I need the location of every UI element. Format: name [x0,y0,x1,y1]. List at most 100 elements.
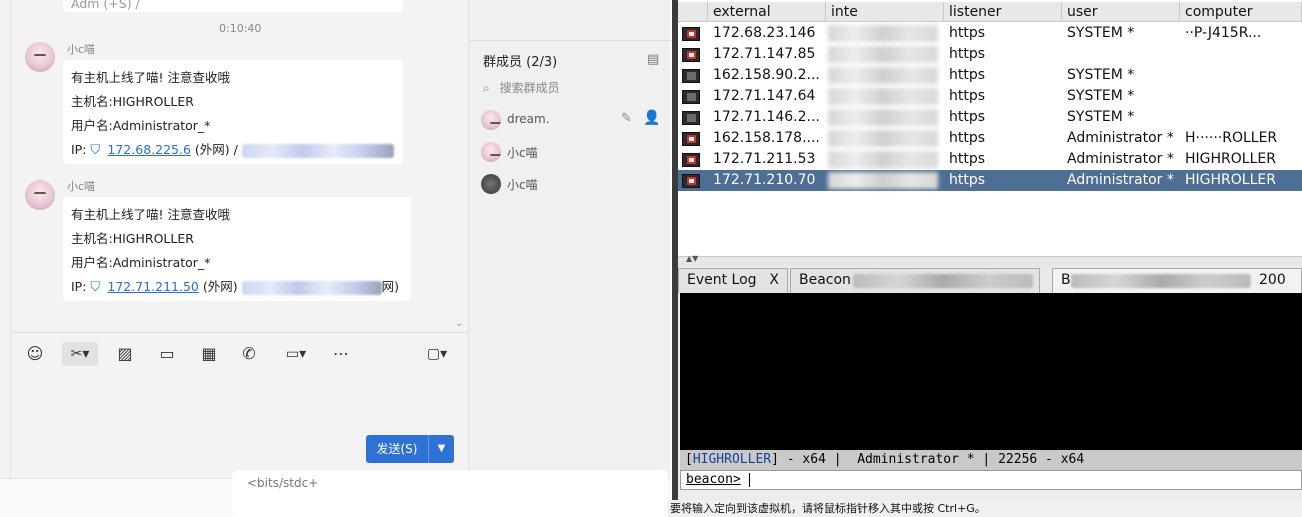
session-cell-user: SYSTEM * [1067,25,1135,41]
send-options-chevron-icon[interactable]: ▼ [428,435,454,463]
redacted-internal-ip [828,130,938,147]
redacted-tab-text [853,274,1033,288]
beacon-command-input[interactable]: beacon> [680,470,1302,490]
tab-label: Event Log [687,272,757,288]
beacon-monitor-icon [682,153,700,167]
session-cell-external: 172.71.211.53 [713,151,816,167]
tab-beacon-active[interactable]: B 200 [1052,268,1302,293]
session-cell-external: 162.158.90.2... [713,67,820,83]
send-button-label: 发送(S) [376,442,418,456]
image-icon[interactable]: ▨ [114,342,136,366]
message-line: 主机名:HIGHROLLER [71,94,194,109]
beacon-session-row[interactable]: 172.71.147.85 https [678,44,1302,65]
member-name: 小c喵 [507,178,538,192]
sender-avatar[interactable] [25,180,55,210]
ip-link[interactable]: 172.71.211.50 [107,279,198,294]
redacted-internal-ip [828,109,938,126]
scissors-icon[interactable]: ✂▾ [62,342,98,366]
sender-name: 小c喵 [67,43,96,56]
previous-message-bubble: Adm (+S) / [63,0,403,12]
redacted-internal-ip [828,46,938,63]
beacon-session-row[interactable]: 172.71.210.70 https Administrator * HIGHROL… [678,170,1302,191]
member-search[interactable]: ⌕ 搜索群成员 [483,79,560,96]
video-icon[interactable]: ▭▾ [280,342,312,366]
background-editor-card: <bits/stdc+ [232,470,668,517]
member-avatar [481,142,501,162]
beacon-monitor-icon [682,174,700,188]
pane-splitter[interactable]: ▲▼ [678,254,1302,266]
announcement-icon[interactable]: ▤ [647,52,659,67]
tab-close-icon[interactable]: X [769,269,779,292]
message-bubble: 有主机上线了喵! 注意查收哦 主机名:HIGHROLLER 用户名:Admini… [63,197,411,301]
ip-suffix: (外网) [202,279,238,294]
status-host: HIGHROLLER [692,452,772,467]
session-cell-listener: https [949,109,986,125]
edit-icon[interactable]: ✎ [621,111,632,126]
phone-icon[interactable]: ✆ [238,342,260,366]
message-bubble: 有主机上线了喵! 注意查收哦 主机名:HIGHROLLER 用户名:Admini… [63,60,403,164]
beacon-prompt: beacon> [686,472,741,487]
chat-record-icon[interactable]: ▢▾ [420,342,454,366]
beacon-session-row[interactable]: 162.158.90.2... https SYSTEM * [678,65,1302,86]
session-cell-listener: https [949,46,986,62]
beacon-status-bar: [HIGHROLLER] - x64 | Administrator * | 2… [680,450,1302,470]
session-cell-user: SYSTEM * [1067,109,1135,125]
beacon-monitor-icon [682,132,700,146]
column-header-internal[interactable]: inte [826,2,944,22]
redacted-internal-ip [828,172,938,189]
redacted-tab-text [1071,274,1251,288]
beacon-session-row[interactable]: 162.158.178.... https Administrator * H····… [678,128,1302,149]
column-header-icon [678,2,708,22]
group-member-panel: 群成员 (2/3) ▤ ⌕ 搜索群成员 dream. ✎ 👤 小c喵 小c喵 [468,0,671,478]
column-header-user[interactable]: user [1062,2,1180,22]
column-header-listener[interactable]: listener [944,2,1062,22]
tab-event-log[interactable]: Event Log X [678,268,788,293]
divider [469,40,671,41]
session-cell-user: Administrator * [1067,151,1174,167]
beacon-session-row[interactable]: 172.71.147.64 https SYSTEM * [678,86,1302,107]
session-cell-external: 172.68.23.146 [713,25,816,41]
more-icon[interactable]: ⋯ [330,342,352,366]
message-line: 主机名:HIGHROLLER [71,231,194,246]
message-line: 有主机上线了喵! 注意查收哦 [71,70,230,85]
vm-input-hint: 要将输入定向到该虚拟机，请将鼠标指针移入其中或按 Ctrl+G。 [668,500,1302,517]
emoji-icon[interactable]: ☺ [24,342,46,366]
chat-window: Adm (+S) / 0:10:40 小c喵 有主机上线了喵! 注意查收哦 主机… [0,0,671,517]
sender-avatar[interactable] [25,42,55,72]
message-timestamp: 0:10:40 [219,22,262,35]
console-tab-bar: Event Log X Beacon B 200 [678,266,1302,293]
beacon-session-row[interactable]: 172.71.146.2... https SYSTEM * [678,107,1302,128]
splitter-arrows-icon[interactable]: ▲▼ [686,254,698,263]
ip-label: IP: [71,142,87,157]
member-item[interactable]: dream. ✎ 👤 [481,110,671,132]
session-cell-external: 172.71.146.2... [713,109,820,125]
message-ip-line: IP: ⛉ 172.71.211.50 (外网) 网) [71,275,403,299]
member-avatar [481,174,501,194]
beacon-session-row[interactable]: 172.68.23.146 https SYSTEM * ··P-J415R... [678,23,1302,44]
redacted-internal-ip [828,25,938,42]
session-cell-external: 172.71.210.70 [713,172,816,188]
message-line: 用户名:Administrator_* [71,255,211,270]
member-avatar [481,110,501,130]
sender-name: 小c喵 [67,180,96,193]
session-cell-computer: H······ROLLER [1185,130,1278,146]
tab-beacon[interactable]: Beacon [790,268,1040,293]
ip-link[interactable]: 172.68.225.6 [107,142,191,157]
session-cell-listener: https [949,151,986,167]
send-button[interactable]: 发送(S) ▼ [366,435,454,463]
text-cursor [748,472,750,487]
message-ip-line: IP: ⛉ 172.68.225.6 (外网) / [71,138,395,162]
beacon-session-row[interactable]: 172.71.211.53 https Administrator * HIGHROL… [678,149,1302,170]
column-header-external[interactable]: external [708,2,826,22]
redacted-ip [241,280,382,295]
status-details: ] - x64 | Administrator * | 22256 - x64 [771,452,1085,467]
column-header-computer[interactable]: computer [1180,2,1302,22]
folder-icon[interactable]: ▭ [156,342,178,366]
member-item[interactable]: 小c喵 [481,142,671,164]
gift-icon[interactable]: ▦ [198,342,220,366]
session-cell-user: SYSTEM * [1067,88,1135,104]
tab-label: Beacon [799,272,851,288]
member-item[interactable]: 小c喵 [481,174,671,196]
session-cell-listener: https [949,25,986,41]
collapse-chevron-icon[interactable]: ⌄ [455,318,463,329]
